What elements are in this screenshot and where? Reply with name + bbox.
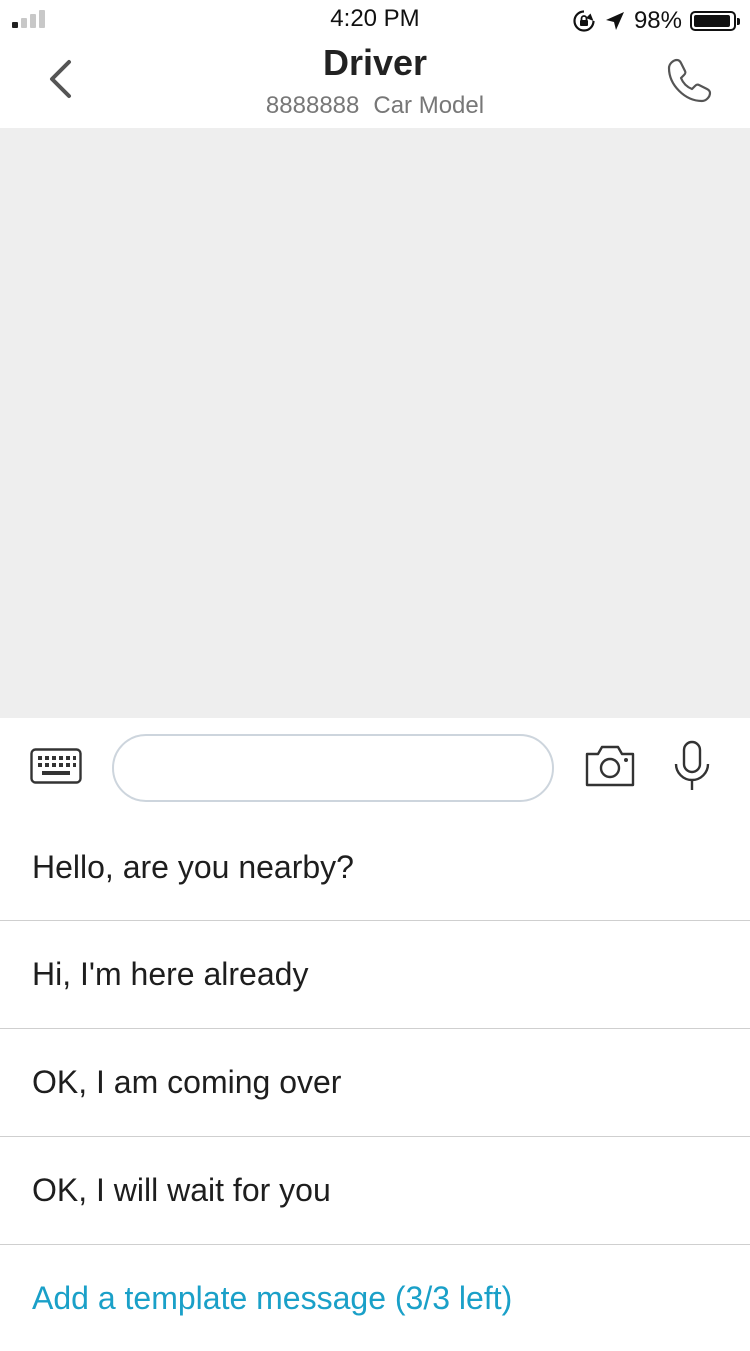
status-bar: 4:20 PM 98% [0,0,750,40]
nav-bar: Driver 8888888 Car Model [0,40,750,128]
chat-message-area[interactable] [0,128,750,718]
status-icons: 98% [572,7,740,35]
phone-icon [667,58,712,103]
page-title: Driver [322,42,428,83]
call-button[interactable] [662,52,718,108]
location-arrow-icon [605,12,624,30]
microphone-button[interactable] [670,740,714,792]
template-message-item[interactable]: Hi, I'm here already [0,921,750,1029]
keyboard-button[interactable] [30,748,82,784]
message-input[interactable] [112,734,554,802]
camera-button[interactable] [584,744,636,788]
template-message-item[interactable]: OK, I am coming over [0,1029,750,1137]
camera-icon [585,745,635,787]
message-composer [0,718,750,814]
license-plate: 8888888 [265,92,360,119]
add-template-message-link[interactable]: Add a template message (3/3 left) [0,1245,750,1351]
car-model: Car Model [373,92,485,119]
template-message-list: Hello, are you nearby? Hi, I'm here alre… [0,814,750,1351]
template-message-item[interactable]: Hello, are you nearby? [0,814,750,921]
keyboard-icon [30,748,82,784]
driver-info: 8888888 Car Model [0,92,750,120]
orientation-lock-icon [573,10,595,32]
battery-percent: 98% [633,7,682,34]
template-message-item[interactable]: OK, I will wait for you [0,1137,750,1245]
battery-icon [690,11,740,31]
microphone-icon [674,740,710,790]
